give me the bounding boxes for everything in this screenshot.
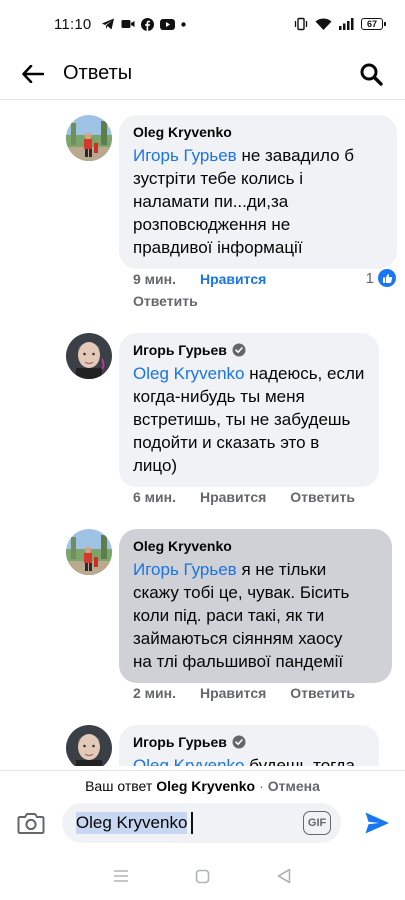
send-icon <box>365 812 390 834</box>
comment-time: 6 мин. <box>133 489 176 505</box>
facebook-icon <box>141 17 155 31</box>
comment: Игорь Гурьев Oleg Kryvenko надеюсь, если… <box>66 333 398 513</box>
comment-meta: 6 мин. Нравится Ответить <box>133 489 355 505</box>
status-time: 11:10 <box>54 15 92 33</box>
battery-icon: 67 <box>361 18 386 30</box>
camera-button[interactable] <box>16 808 46 838</box>
mention-link[interactable]: Oleg Kryvenko <box>133 756 245 766</box>
search-icon <box>360 63 383 86</box>
comment-bubble[interactable]: Игорь Гурьев Oleg Kryvenko будешь тогда <box>119 725 379 766</box>
reply-banner: Ваш ответ Oleg Kryvenko · Отмена <box>0 770 405 800</box>
comment-meta: 2 мин. Нравится Ответить <box>133 685 355 701</box>
menu-lines-icon <box>113 870 128 882</box>
gif-button[interactable]: GIF <box>303 811 332 835</box>
comment-composer: Oleg Kryvenko GIF <box>0 800 405 846</box>
comment-text: Oleg Kryvenko будешь тогда <box>133 754 367 766</box>
wifi-icon <box>315 18 332 31</box>
verified-icon <box>232 343 246 357</box>
vibrate-icon <box>294 17 308 31</box>
comment-meta: 9 мин. Нравится <box>133 271 266 287</box>
comment-text: Игорь Гурьев я не тільки скажу тобі це, … <box>133 560 350 671</box>
back-triangle-icon <box>277 868 291 884</box>
mention-link[interactable]: Игорь Гурьев <box>133 146 237 165</box>
video-icon <box>121 18 135 30</box>
signal-icon <box>339 18 354 30</box>
comment-input-value[interactable]: Oleg Kryvenko <box>75 812 188 834</box>
back-button[interactable] <box>20 61 46 87</box>
avatar[interactable] <box>66 529 112 575</box>
mention-link[interactable]: Oleg Kryvenko <box>133 364 245 383</box>
system-nav-bar <box>0 852 405 900</box>
more-dot-icon <box>181 21 187 27</box>
system-icons: 67 <box>294 17 386 31</box>
app-header: Ответы <box>0 48 405 100</box>
page-title: Ответы <box>63 62 133 84</box>
search-button[interactable] <box>357 60 385 88</box>
recents-button[interactable] <box>106 861 136 891</box>
comment-bubble[interactable]: Oleg Kryvenko Игорь Гурьев не завадило б… <box>119 115 397 269</box>
comment-author[interactable]: Oleg Kryvenko <box>133 124 385 140</box>
comment-author[interactable]: Oleg Kryvenko <box>133 538 380 554</box>
reaction-number: 1 <box>365 269 374 287</box>
comment: Oleg Kryvenko Игорь Гурьев я не тільки с… <box>66 529 398 709</box>
comment: Oleg Kryvenko Игорь Гурьев не завадило б… <box>66 115 398 315</box>
comment-input[interactable]: Oleg Kryvenko GIF <box>61 803 342 843</box>
comment-text: Oleg Kryvenko надеюсь, если когда-нибудь… <box>133 364 365 475</box>
mention-link[interactable]: Игорь Гурьев <box>133 560 237 579</box>
like-button[interactable]: Нравится <box>200 685 266 701</box>
telegram-icon <box>101 17 115 31</box>
comment-bubble[interactable]: Игорь Гурьев Oleg Kryvenko надеюсь, если… <box>119 333 379 487</box>
avatar[interactable] <box>66 115 112 161</box>
youtube-icon <box>160 18 176 30</box>
comment-author[interactable]: Игорь Гурьев <box>133 734 367 750</box>
comment-text: Игорь Гурьев не завадило б зустріти тебе… <box>133 146 354 257</box>
status-bar: 11:10 67 <box>0 0 405 48</box>
reply-target: Oleg Kryvenko <box>156 777 256 794</box>
comment-time: 9 мин. <box>133 271 176 287</box>
like-button[interactable]: Нравится <box>200 489 266 505</box>
reply-separator: · <box>259 777 264 794</box>
reaction-count[interactable]: 1 <box>366 269 396 287</box>
avatar[interactable] <box>66 725 112 766</box>
reply-button[interactable]: Ответить <box>290 489 355 505</box>
verified-icon <box>232 735 246 749</box>
avatar[interactable] <box>66 333 112 379</box>
home-square-icon <box>195 869 210 883</box>
system-back-button[interactable] <box>269 861 299 891</box>
comment-author[interactable]: Игорь Гурьев <box>133 342 367 358</box>
like-button[interactable]: Нравится <box>200 271 266 287</box>
reply-button[interactable]: Ответить <box>133 293 198 309</box>
comment-time: 2 мин. <box>133 685 176 701</box>
reply-button[interactable]: Ответить <box>290 685 355 701</box>
comment-bubble-selected[interactable]: Oleg Kryvenko Игорь Гурьев я не тільки с… <box>119 529 392 683</box>
reply-prefix: Ваш ответ <box>85 777 153 794</box>
text-caret <box>191 812 193 834</box>
like-icon <box>378 269 396 287</box>
comment: Игорь Гурьев Oleg Kryvenko будешь тогда <box>66 725 398 766</box>
comment-thread: Oleg Kryvenko Игорь Гурьев не завадило б… <box>0 101 405 766</box>
notification-icons <box>101 17 187 31</box>
camera-icon <box>17 813 45 834</box>
cancel-reply-button[interactable]: Отмена <box>268 778 320 794</box>
home-button[interactable] <box>187 861 217 891</box>
send-button[interactable] <box>363 809 391 837</box>
back-arrow-icon <box>22 64 44 83</box>
